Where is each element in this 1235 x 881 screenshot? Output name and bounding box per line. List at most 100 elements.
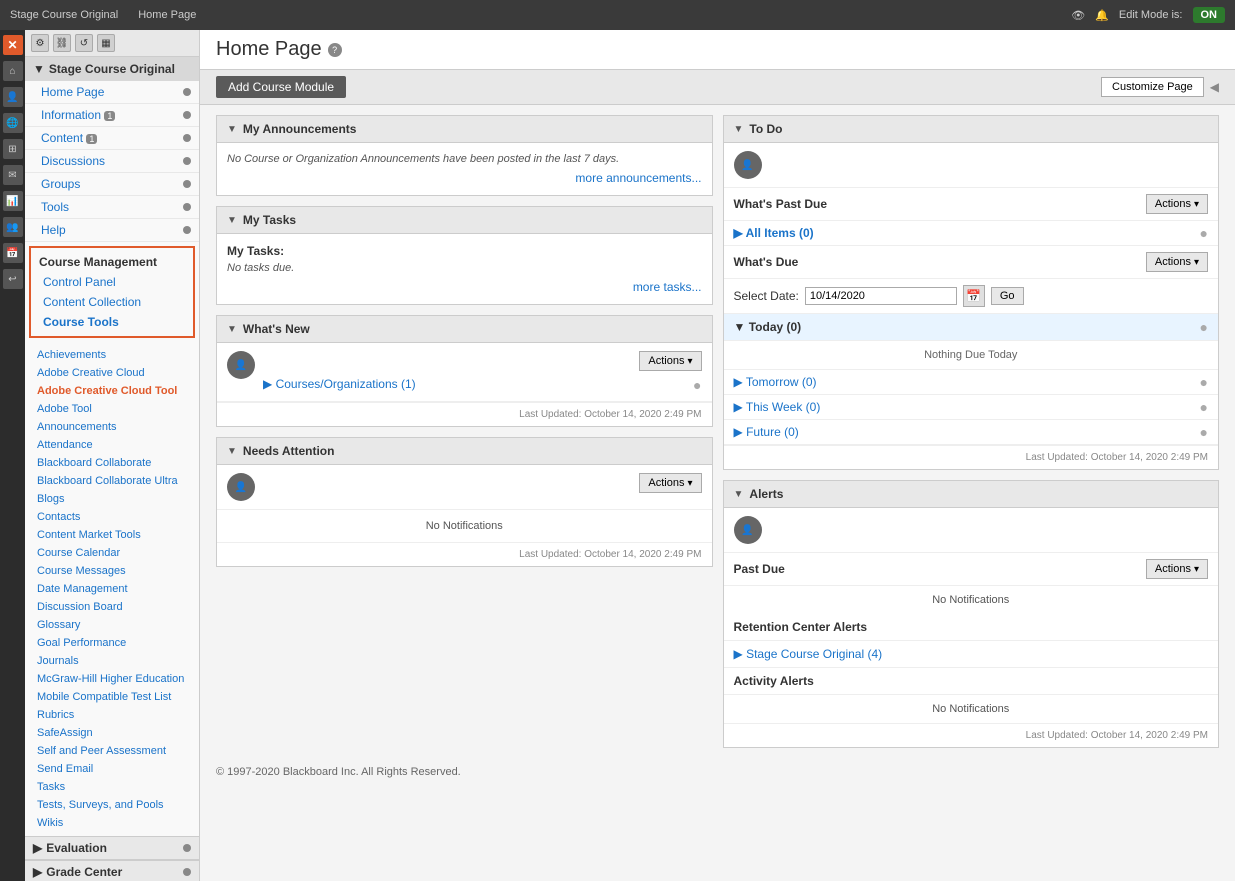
tool-bb-collaborate[interactable]: Blackboard Collaborate [25, 454, 199, 472]
evaluation-header[interactable]: ▶ Evaluation [25, 836, 199, 860]
whats-due-actions-button[interactable]: Actions [1146, 252, 1208, 272]
close-icon[interactable]: ✕ [3, 35, 23, 55]
link-btn[interactable]: ⛓ [53, 34, 71, 52]
layout-btn[interactable]: ▦ [97, 34, 115, 52]
home-dot [183, 88, 191, 96]
tool-journals[interactable]: Journals [25, 652, 199, 670]
sidebar-item-groups[interactable]: Groups [25, 173, 199, 196]
this-week-row[interactable]: ▶ This Week (0) ● [724, 395, 1219, 420]
more-announcements-link[interactable]: more announcements... [575, 171, 701, 185]
todo-panel: ▼ To Do 👤 What's Past Due Actions ▶ All … [723, 115, 1220, 470]
this-week-label: This Week [746, 400, 802, 414]
tool-wikis[interactable]: Wikis [25, 814, 199, 832]
past-due-actions-button[interactable]: Actions [1146, 194, 1208, 214]
refresh-btn[interactable]: ↺ [75, 34, 93, 52]
date-input[interactable] [805, 287, 957, 305]
customize-page-button[interactable]: Customize Page [1101, 77, 1204, 97]
course-tools-section: Achievements Adobe Creative Cloud Adobe … [25, 342, 199, 836]
globe-icon[interactable]: 🌐 [3, 113, 23, 133]
tool-glossary[interactable]: Glossary [25, 616, 199, 634]
tool-announcements[interactable]: Announcements [25, 418, 199, 436]
tool-rubrics[interactable]: Rubrics [25, 706, 199, 724]
sidebar-item-content[interactable]: Content 1 [25, 127, 199, 150]
date-row: Select Date: 📅 Go [724, 279, 1219, 314]
needs-attention-title: Needs Attention [243, 444, 335, 458]
tool-adobe-creative-cloud[interactable]: Adobe Creative Cloud [25, 364, 199, 382]
course-tools-link[interactable]: Course Tools [35, 312, 189, 332]
arrow-icon[interactable]: ↩ [3, 269, 23, 289]
tasks-empty: No tasks due. [227, 262, 702, 274]
whats-new-actions-button[interactable]: Actions [639, 351, 701, 371]
course-management-box: Course Management Control Panel Content … [29, 246, 195, 338]
tool-mcgraw-hill[interactable]: McGraw-Hill Higher Education [25, 670, 199, 688]
tool-course-calendar[interactable]: Course Calendar [25, 544, 199, 562]
sidebar-item-home[interactable]: Home Page [25, 81, 199, 104]
edit-mode-label: Edit Mode is: [1119, 9, 1183, 21]
needs-attention-header: ▼ Needs Attention [217, 438, 712, 465]
collapse-icon[interactable]: ◀ [1210, 80, 1219, 94]
tool-attendance[interactable]: Attendance [25, 436, 199, 454]
more-tasks-link[interactable]: more tasks... [633, 280, 702, 294]
tool-content-market[interactable]: Content Market Tools [25, 526, 199, 544]
today-dot: ● [1200, 319, 1208, 335]
tool-self-peer[interactable]: Self and Peer Assessment [25, 742, 199, 760]
whats-new-content: Actions ▶ Courses/Organizations (1) ● [263, 351, 702, 393]
stage-course-link[interactable]: ▶ Stage Course Original (4) [734, 647, 883, 661]
announcements-header: ▼ My Announcements [217, 116, 712, 143]
grid-icon[interactable]: ⊞ [3, 139, 23, 159]
tool-safeassign[interactable]: SafeAssign [25, 724, 199, 742]
tool-bb-collaborate-ultra[interactable]: Blackboard Collaborate Ultra [25, 472, 199, 490]
tool-contacts[interactable]: Contacts [25, 508, 199, 526]
courses-organizations-link[interactable]: ▶ Courses/Organizations (1) [263, 377, 416, 391]
tool-tasks[interactable]: Tasks [25, 778, 199, 796]
tool-achievements[interactable]: Achievements [25, 346, 199, 364]
all-items-row[interactable]: ▶ All Items (0) ● [724, 221, 1219, 246]
chart-icon[interactable]: 📊 [3, 191, 23, 211]
tool-send-email[interactable]: Send Email [25, 760, 199, 778]
settings-btn[interactable]: ⚙ [31, 34, 49, 52]
tool-adobe-tool[interactable]: Adobe Tool [25, 400, 199, 418]
needs-attention-panel: ▼ Needs Attention 👤 Actions No Notificat… [216, 437, 713, 567]
needs-attention-actions-button[interactable]: Actions [639, 473, 701, 493]
sidebar-item-discussions[interactable]: Discussions [25, 150, 199, 173]
tool-date-management[interactable]: Date Management [25, 580, 199, 598]
future-row[interactable]: ▶ Future (0) ● [724, 420, 1219, 445]
tomorrow-label: Tomorrow [746, 375, 799, 389]
person-icon[interactable]: 👤 [3, 87, 23, 107]
tool-adobe-creative-cloud-tool[interactable]: Adobe Creative Cloud Tool [25, 382, 199, 400]
tool-course-messages[interactable]: Course Messages [25, 562, 199, 580]
tool-discussion-board[interactable]: Discussion Board [25, 598, 199, 616]
control-panel-link[interactable]: Control Panel [35, 272, 189, 292]
content-collection-link[interactable]: Content Collection [35, 292, 189, 312]
tool-tests-surveys[interactable]: Tests, Surveys, and Pools [25, 796, 199, 814]
alerts-footer: Last Updated: October 14, 2020 2:49 PM [724, 723, 1219, 747]
tomorrow-row[interactable]: ▶ Tomorrow (0) ● [724, 370, 1219, 395]
home-icon[interactable]: ⌂ [3, 61, 23, 81]
calendar-picker-icon[interactable]: 📅 [963, 285, 985, 307]
evaluation-label: Evaluation [42, 841, 183, 855]
go-button[interactable]: Go [991, 287, 1024, 305]
tool-mobile-test[interactable]: Mobile Compatible Test List [25, 688, 199, 706]
alerts-actions-button[interactable]: Actions [1146, 559, 1208, 579]
sidebar-item-tools[interactable]: Tools [25, 196, 199, 219]
select-date-label: Select Date: [734, 289, 799, 303]
add-module-button[interactable]: Add Course Module [216, 76, 346, 98]
activity-no-notif: No Notifications [724, 695, 1219, 723]
sidebar-course-header[interactable]: ▼ Stage Course Original [25, 57, 199, 81]
tool-goal-performance[interactable]: Goal Performance [25, 634, 199, 652]
sidebar-item-help[interactable]: Help [25, 219, 199, 242]
alerts-header: ▼ Alerts [724, 481, 1219, 508]
whats-new-header: ▼ What's New [217, 316, 712, 343]
alerts-avatar-row: 👤 [724, 508, 1219, 553]
envelope-icon[interactable]: ✉ [3, 165, 23, 185]
sidebar-item-information[interactable]: Information 1 [25, 104, 199, 127]
users-icon[interactable]: 👥 [3, 217, 23, 237]
preview-icon[interactable]: 👁 [1071, 9, 1085, 22]
discussions-dot [183, 157, 191, 165]
activity-alerts-label: Activity Alerts [734, 674, 814, 688]
calendar-icon[interactable]: 📅 [3, 243, 23, 263]
grade-center-header[interactable]: ▶ Grade Center [25, 860, 199, 881]
tool-blogs[interactable]: Blogs [25, 490, 199, 508]
page-info-icon[interactable]: ? [328, 43, 342, 57]
notification-icon[interactable]: 🔔 [1095, 9, 1109, 22]
